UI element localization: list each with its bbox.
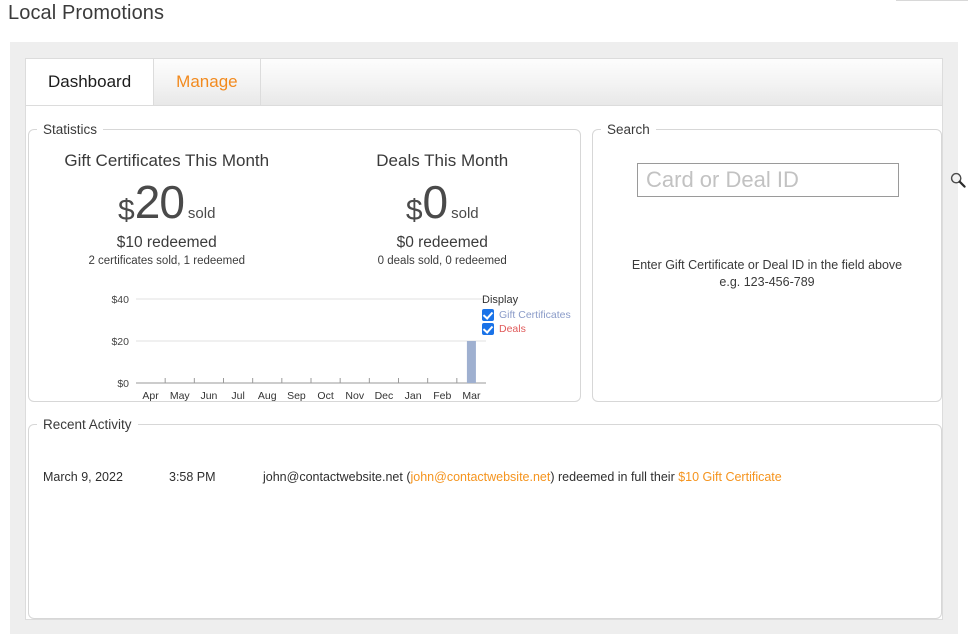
- legend-row-deals[interactable]: Deals: [482, 323, 582, 335]
- checkbox-deals[interactable]: [482, 323, 494, 335]
- stat-block-gift-certificates: Gift Certificates This Month $20sold $10…: [29, 151, 305, 267]
- checkbox-gift-certificates[interactable]: [482, 309, 494, 321]
- search-hint: Enter Gift Certificate or Deal ID in the…: [593, 257, 941, 291]
- legend-label-deals: Deals: [499, 323, 526, 335]
- page-title: Local Promotions: [8, 2, 164, 25]
- top-right-divider: [896, 0, 968, 1]
- chart-y-tick-label: $20: [111, 336, 129, 348]
- deals-currency: $: [406, 194, 423, 227]
- deals-heading: Deals This Month: [305, 151, 581, 171]
- search-panel: Search Enter Gift Certificate or Deal ID…: [592, 122, 942, 402]
- legend-label-gift-certificates: Gift Certificates: [499, 309, 571, 321]
- stat-block-deals: Deals This Month $0sold $0 redeemed 0 de…: [305, 151, 581, 267]
- chart-x-tick-label: Dec: [375, 390, 394, 402]
- gift-certificates-redeemed: $10 redeemed: [29, 234, 305, 252]
- search-field-wrapper[interactable]: [637, 163, 899, 197]
- activity-open-paren: (: [403, 470, 411, 484]
- chart-display-legend: Display Gift Certificates Deals: [482, 294, 582, 337]
- tab-manage-label: Manage: [176, 72, 237, 92]
- search-icon[interactable]: [942, 164, 968, 196]
- gift-certificates-sold-label: sold: [188, 205, 216, 222]
- gift-certificates-currency: $: [118, 194, 135, 227]
- activity-description: john@contactwebsite.net (john@contactweb…: [231, 470, 782, 484]
- tab-manage[interactable]: Manage: [154, 59, 260, 105]
- statistics-summary-row: Gift Certificates This Month $20sold $10…: [29, 151, 580, 267]
- activity-list: March 9, 2022 3:58 PM john@contactwebsit…: [29, 466, 941, 488]
- chart-x-tick-label: Mar: [462, 390, 481, 402]
- deals-sold-label: sold: [451, 205, 479, 222]
- search-hint-line2: e.g. 123-456-789: [593, 274, 941, 291]
- activity-date: March 9, 2022: [29, 470, 169, 484]
- recent-activity-legend: Recent Activity: [37, 417, 138, 432]
- search-legend: Search: [601, 122, 656, 137]
- statistics-legend: Statistics: [37, 122, 103, 137]
- activity-actor: john@contactwebsite.net: [263, 470, 403, 484]
- deals-amount: 0: [423, 176, 448, 228]
- gift-certificates-heading: Gift Certificates This Month: [29, 151, 305, 171]
- activity-time: 3:58 PM: [169, 470, 231, 484]
- tab-dashboard-label: Dashboard: [48, 72, 131, 92]
- tab-dashboard[interactable]: Dashboard: [26, 59, 154, 105]
- chart-y-tick-label: $0: [117, 378, 129, 390]
- activity-item-link[interactable]: $10 Gift Certificate: [678, 470, 782, 484]
- deals-redeemed: $0 redeemed: [305, 234, 581, 252]
- statistics-panel: Statistics Gift Certificates This Month …: [28, 122, 581, 402]
- deals-detail: 0 deals sold, 0 redeemed: [305, 255, 581, 267]
- gift-certificates-amount-line: $20sold: [29, 179, 305, 226]
- recent-activity-panel: Recent Activity March 9, 2022 3:58 PM jo…: [28, 417, 942, 619]
- chart-x-tick-label: Sep: [287, 390, 306, 402]
- deals-amount-line: $0sold: [305, 179, 581, 226]
- search-input[interactable]: [638, 164, 942, 196]
- chart-x-tick-label: Apr: [142, 390, 159, 402]
- chart-x-tick-label: Oct: [317, 390, 333, 402]
- chart-x-tick-label: Feb: [433, 390, 451, 402]
- chart-x-tick-label: Nov: [345, 390, 364, 402]
- tab-bar-filler: [261, 59, 942, 105]
- activity-row: March 9, 2022 3:58 PM john@contactwebsit…: [29, 466, 941, 488]
- activity-close-paren: ): [550, 470, 558, 484]
- display-legend-title: Display: [482, 294, 582, 306]
- activity-actor-link[interactable]: john@contactwebsite.net: [411, 470, 551, 484]
- chart-x-tick-label: Aug: [258, 390, 277, 402]
- search-hint-line1: Enter Gift Certificate or Deal ID in the…: [593, 257, 941, 274]
- chart-x-tick-label: May: [170, 390, 191, 402]
- chart-x-tick-label: Jul: [231, 390, 244, 402]
- tab-bar: Dashboard Manage: [25, 58, 943, 106]
- gift-certificates-detail: 2 certificates sold, 1 redeemed: [29, 255, 305, 267]
- chart-y-tick-label: $40: [111, 294, 129, 306]
- gift-certificates-amount: 20: [135, 176, 184, 228]
- chart-x-tick-label: Jun: [200, 390, 217, 402]
- legend-row-gift-certificates[interactable]: Gift Certificates: [482, 309, 582, 321]
- chart-bar: [467, 341, 476, 383]
- chart-x-tick-label: Jan: [405, 390, 422, 402]
- activity-verb: redeemed in full their: [558, 470, 678, 484]
